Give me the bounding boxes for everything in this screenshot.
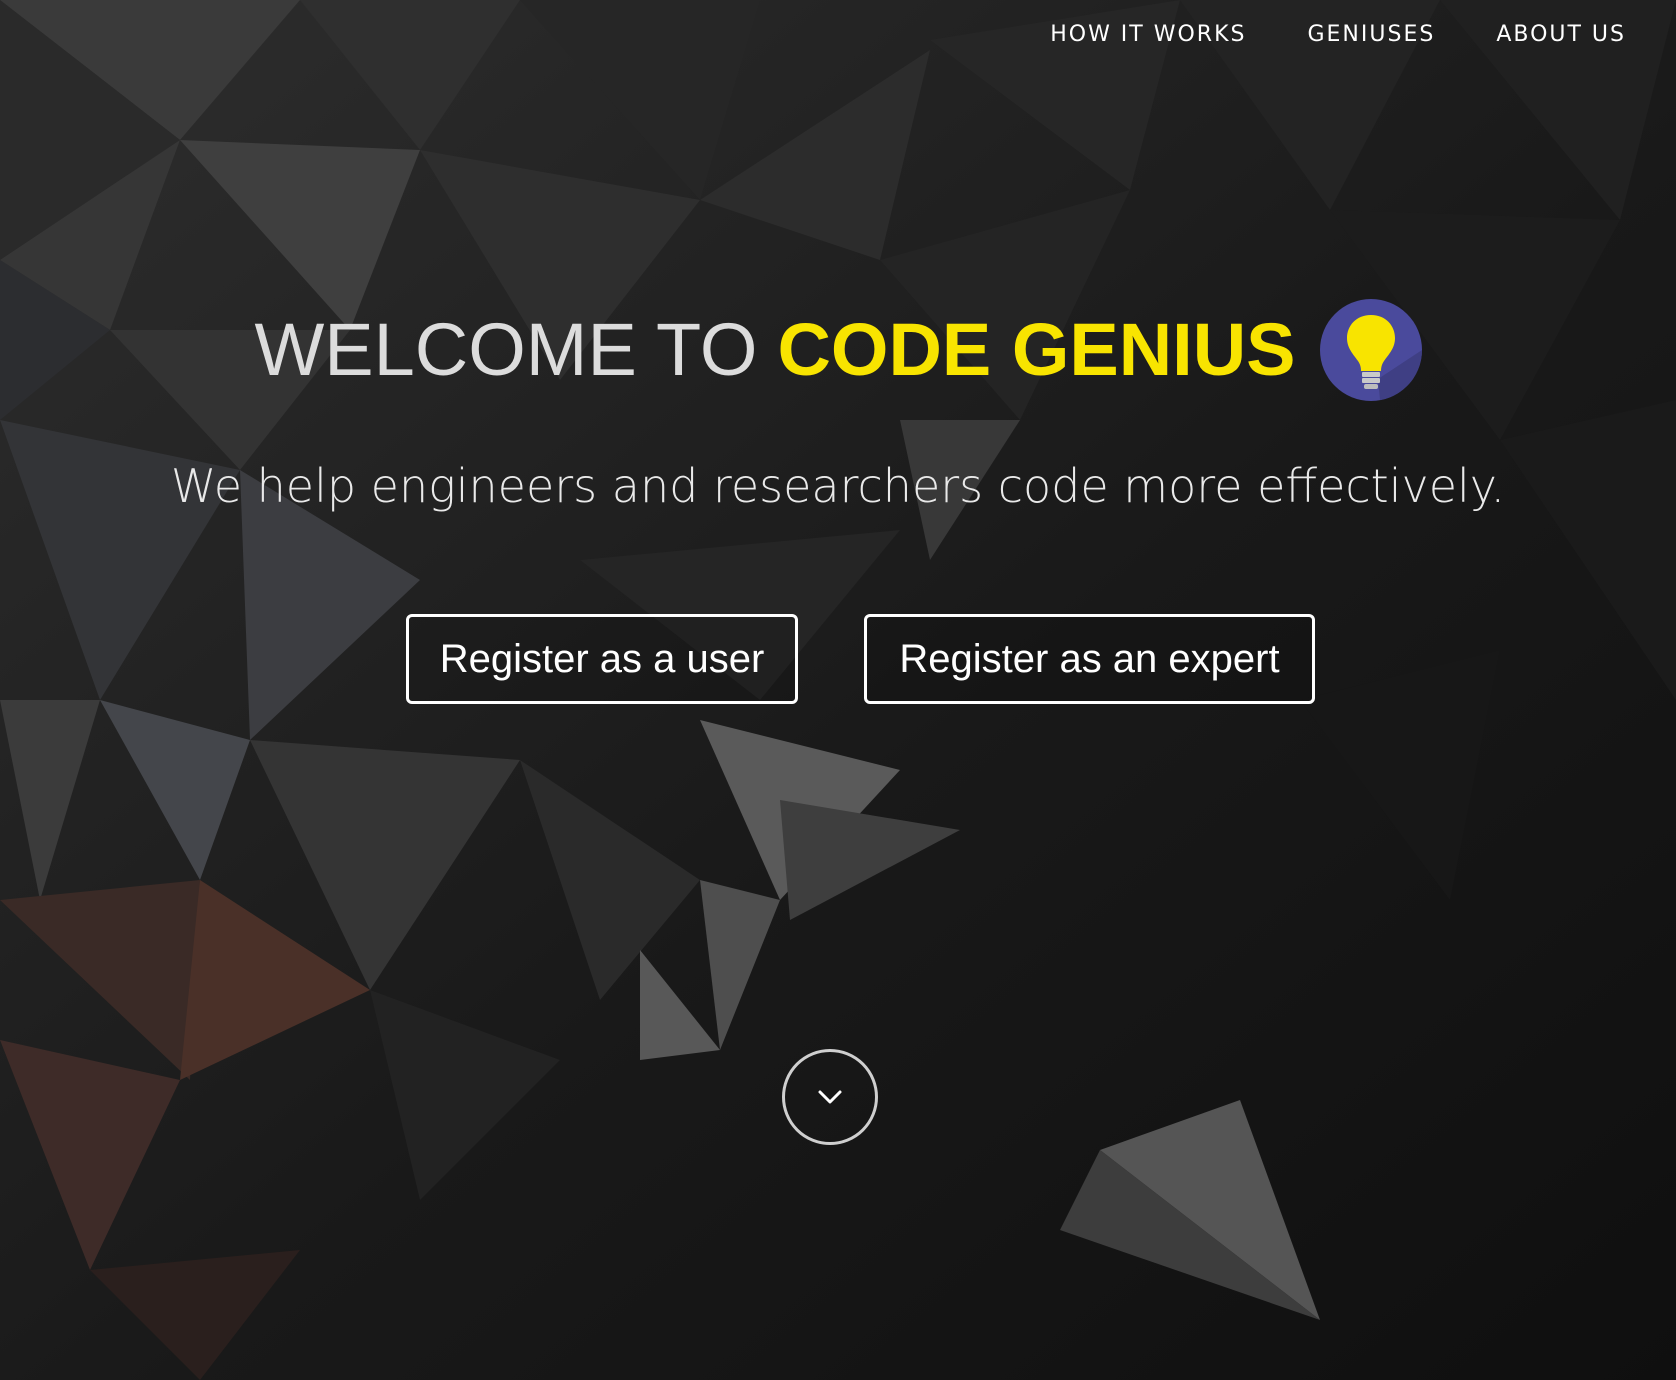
- register-expert-button[interactable]: Register as an expert: [864, 614, 1315, 704]
- hero-title-brand: CODE GENIUS: [777, 308, 1296, 391]
- hero-title-prefix: WELCOME TO: [254, 308, 758, 391]
- nav-geniuses[interactable]: GENIUSES: [1307, 18, 1435, 52]
- chevron-down-icon: [818, 1090, 842, 1104]
- nav-how-it-works[interactable]: HOW IT WORKS: [1050, 18, 1246, 52]
- nav-about-us[interactable]: ABOUT US: [1496, 18, 1626, 52]
- hero-subtitle: We help engineers and researchers code m…: [170, 459, 1506, 513]
- background-polygon-pattern: [0, 0, 1676, 1380]
- top-nav: HOW IT WORKS GENIUSES ABOUT US: [1050, 18, 1626, 52]
- hero-title: WELCOME TO CODE GENIUS: [0, 295, 1676, 405]
- register-user-button[interactable]: Register as a user: [406, 614, 798, 704]
- lightbulb-icon: [1319, 299, 1422, 401]
- scroll-down-button[interactable]: [782, 1049, 878, 1145]
